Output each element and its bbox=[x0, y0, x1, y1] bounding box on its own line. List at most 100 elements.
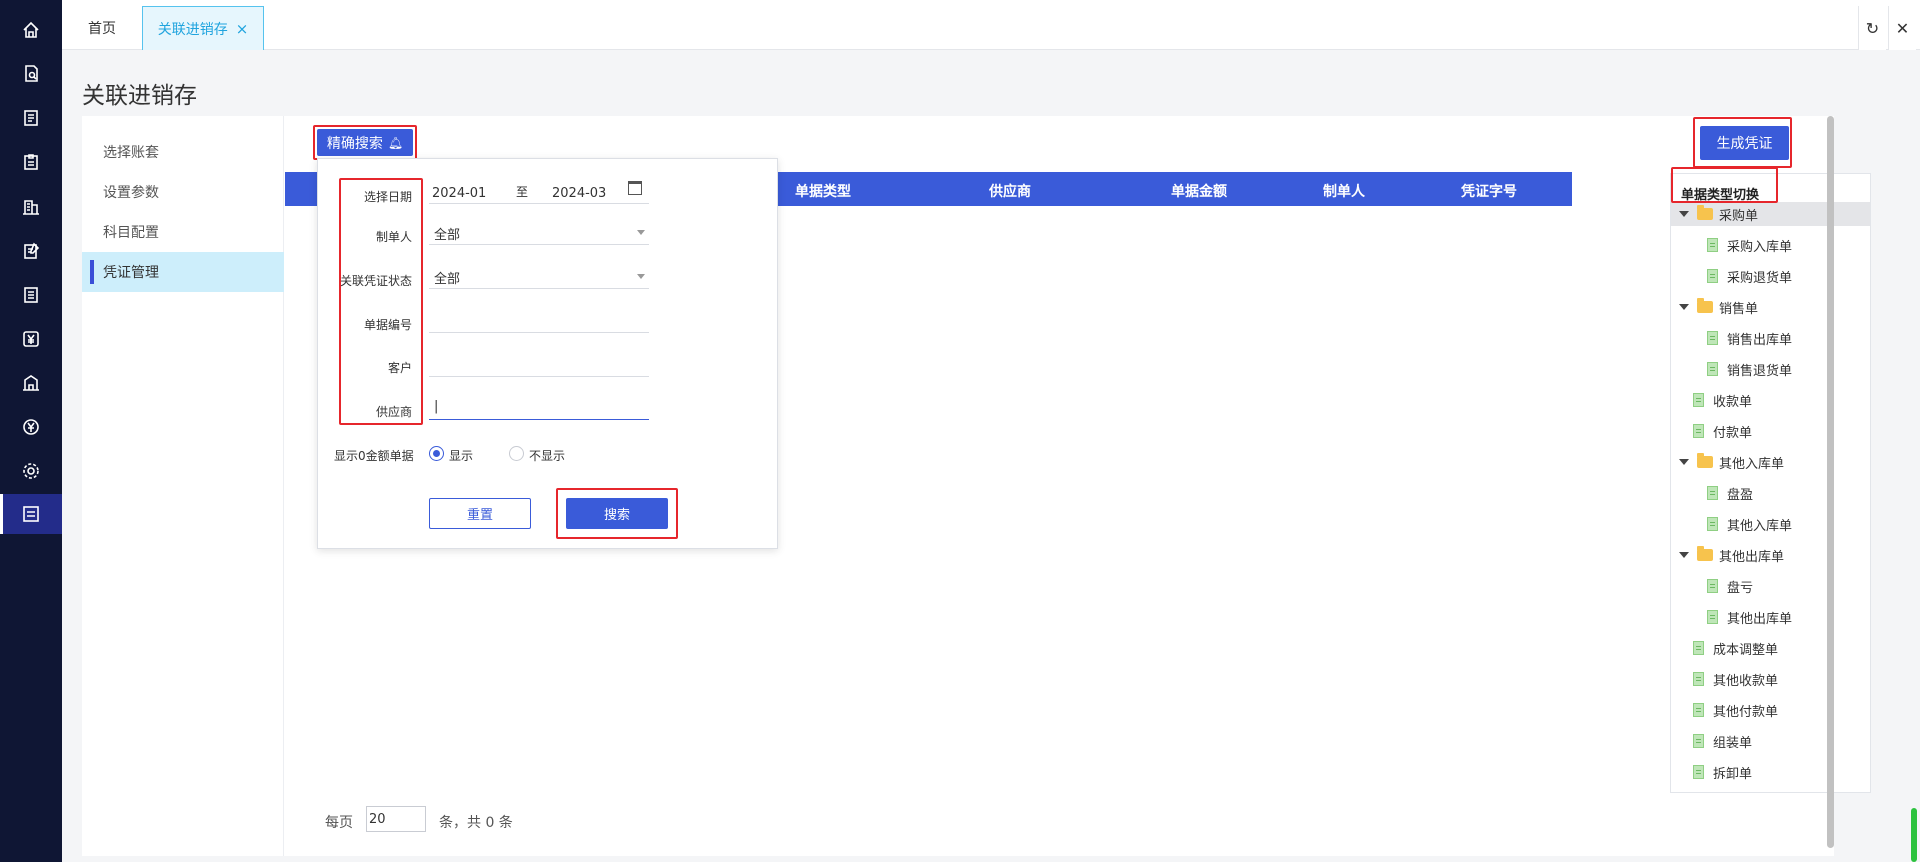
file-icon bbox=[1707, 517, 1718, 531]
date-from-input[interactable]: 2024-01 bbox=[432, 186, 486, 201]
supplier-input[interactable]: | bbox=[429, 390, 649, 420]
bill-no-input[interactable] bbox=[429, 303, 649, 333]
file-icon bbox=[1693, 424, 1704, 438]
file-icon bbox=[1693, 703, 1704, 717]
edit-doc-icon[interactable] bbox=[0, 231, 62, 271]
column-header: 制单人 bbox=[1323, 184, 1365, 200]
list-icon[interactable] bbox=[0, 98, 62, 138]
column-header: 单据类型 bbox=[795, 184, 851, 200]
icon-rail bbox=[0, 0, 62, 862]
tree-node[interactable]: 付款单 bbox=[1693, 419, 1752, 443]
tree-node[interactable]: 组装单 bbox=[1693, 729, 1752, 753]
nav-item-select-account[interactable]: 选择账套 bbox=[82, 132, 284, 172]
page-title: 关联进销存 bbox=[82, 83, 197, 109]
folder-icon bbox=[1697, 205, 1713, 220]
file-icon bbox=[1693, 393, 1704, 407]
tree-node[interactable]: 其他出库单 bbox=[1707, 605, 1792, 629]
highlight-box bbox=[313, 125, 417, 160]
caret-down-icon[interactable] bbox=[1679, 459, 1689, 465]
highlight-box bbox=[1671, 167, 1778, 203]
nav-item-voucher-management[interactable]: 凭证管理 bbox=[82, 252, 284, 292]
calendar-icon[interactable] bbox=[628, 181, 642, 195]
tree-node[interactable]: 其他收款单 bbox=[1693, 667, 1778, 691]
chevron-down-icon bbox=[637, 274, 645, 279]
search-popup: 选择日期 2024-01 至 2024-03 制单人 全部 关联凭证状态 全部 … bbox=[317, 158, 778, 549]
date-underline bbox=[429, 203, 649, 204]
tree-node[interactable]: 其他入库单 bbox=[1707, 512, 1792, 536]
nav-item-subjects[interactable]: 科目配置 bbox=[82, 212, 284, 252]
folder-icon bbox=[1697, 298, 1713, 313]
date-separator: 至 bbox=[516, 185, 529, 199]
nav-item-settings[interactable]: 设置参数 bbox=[82, 172, 284, 212]
tree-node[interactable]: 销售退货单 bbox=[1707, 357, 1792, 381]
yuan-icon[interactable] bbox=[0, 319, 62, 359]
pager-per-page-label: 每页 bbox=[325, 815, 353, 831]
tree-node[interactable]: 盘盈 bbox=[1707, 481, 1753, 505]
gear-icon[interactable] bbox=[0, 451, 62, 491]
radio-show-label: 显示 bbox=[449, 449, 474, 463]
voucher-icon[interactable] bbox=[0, 494, 62, 534]
tab-home[interactable]: 首页 bbox=[62, 6, 142, 50]
file-icon bbox=[1707, 362, 1718, 376]
tree-node[interactable]: 拆卸单 bbox=[1693, 760, 1752, 784]
chevron-down-icon bbox=[637, 230, 645, 235]
pager-total: 条，共 0 条 bbox=[439, 815, 513, 831]
close-icon[interactable]: × bbox=[236, 20, 249, 38]
tree-node[interactable]: 采购退货单 bbox=[1707, 264, 1792, 288]
column-header: 供应商 bbox=[989, 184, 1031, 200]
status-select[interactable]: 全部 bbox=[429, 259, 649, 289]
highlight-box bbox=[556, 488, 678, 539]
date-to-input[interactable]: 2024-03 bbox=[552, 186, 606, 201]
folder-icon bbox=[1697, 453, 1713, 468]
document-icon[interactable] bbox=[0, 275, 62, 315]
radio-show[interactable] bbox=[429, 446, 444, 461]
tree-node[interactable]: 盘亏 bbox=[1707, 574, 1753, 598]
home-icon[interactable] bbox=[0, 10, 62, 50]
file-icon bbox=[1693, 641, 1704, 655]
tree-node[interactable]: 采购单 bbox=[1671, 202, 1870, 226]
file-icon bbox=[1693, 672, 1704, 686]
file-icon bbox=[1707, 610, 1718, 624]
column-header: 凭证字号 bbox=[1461, 184, 1517, 200]
reset-button[interactable]: 重置 bbox=[429, 498, 531, 529]
tree-node[interactable]: 成本调整单 bbox=[1693, 636, 1778, 660]
caret-down-icon[interactable] bbox=[1679, 211, 1689, 217]
caret-down-icon[interactable] bbox=[1679, 304, 1689, 310]
maker-select[interactable]: 全部 bbox=[429, 215, 649, 245]
tab-related-inventory[interactable]: 关联进销存 × bbox=[142, 6, 264, 50]
radio-hide-label: 不显示 bbox=[529, 449, 566, 463]
warehouse-icon[interactable] bbox=[0, 363, 62, 403]
bill-type-tree: 单据类型切换 采购单 采购入库单 采购退货单 销售单 销售出库单 销售退货单 收… bbox=[1670, 173, 1871, 793]
clipboard-icon[interactable] bbox=[0, 142, 62, 182]
highlight-box bbox=[1693, 117, 1792, 168]
file-icon bbox=[1693, 734, 1704, 748]
tree-node[interactable]: 其他入库单 bbox=[1679, 450, 1784, 474]
tree-node[interactable]: 收款单 bbox=[1693, 388, 1752, 412]
page-size-input[interactable]: 20 bbox=[366, 806, 426, 832]
customer-input[interactable] bbox=[429, 347, 649, 377]
main-area: 精确搜索 🔔︎ 生成凭证 单据类型 供应商 单据金额 制单人 凭证字号 选择日期… bbox=[285, 116, 1871, 856]
tree-node[interactable]: 其他出库单 bbox=[1679, 543, 1784, 567]
tree-node[interactable]: 其他付款单 bbox=[1693, 698, 1778, 722]
tree-node[interactable]: 销售出库单 bbox=[1707, 326, 1792, 350]
file-icon bbox=[1707, 238, 1718, 252]
radio-hide[interactable] bbox=[509, 446, 524, 461]
zero-amount-label: 显示0金额单据 bbox=[334, 449, 414, 463]
highlight-box bbox=[339, 178, 423, 425]
tree-node[interactable]: 采购入库单 bbox=[1707, 233, 1792, 257]
content-panel: 选择账套 设置参数 科目配置 凭证管理 精确搜索 🔔︎ 生成凭证 单据类型 供应… bbox=[82, 116, 1871, 856]
refresh-icon[interactable]: ↻ bbox=[1858, 6, 1886, 50]
search-doc-icon[interactable] bbox=[0, 54, 62, 94]
file-icon bbox=[1707, 269, 1718, 283]
tab-bar: 首页 关联进销存 × ↻ ✕ bbox=[62, 0, 1920, 50]
file-icon bbox=[1707, 331, 1718, 345]
yuan-circle-icon[interactable] bbox=[0, 407, 62, 447]
vertical-scrollbar[interactable] bbox=[1827, 116, 1834, 848]
settings-nav: 选择账套 设置参数 科目配置 凭证管理 bbox=[82, 116, 284, 856]
file-icon bbox=[1707, 486, 1718, 500]
tree-node[interactable]: 销售单 bbox=[1679, 295, 1758, 319]
caret-down-icon[interactable] bbox=[1679, 552, 1689, 558]
close-all-icon[interactable]: ✕ bbox=[1888, 6, 1916, 50]
file-icon bbox=[1693, 765, 1704, 779]
building-icon[interactable] bbox=[0, 187, 62, 227]
